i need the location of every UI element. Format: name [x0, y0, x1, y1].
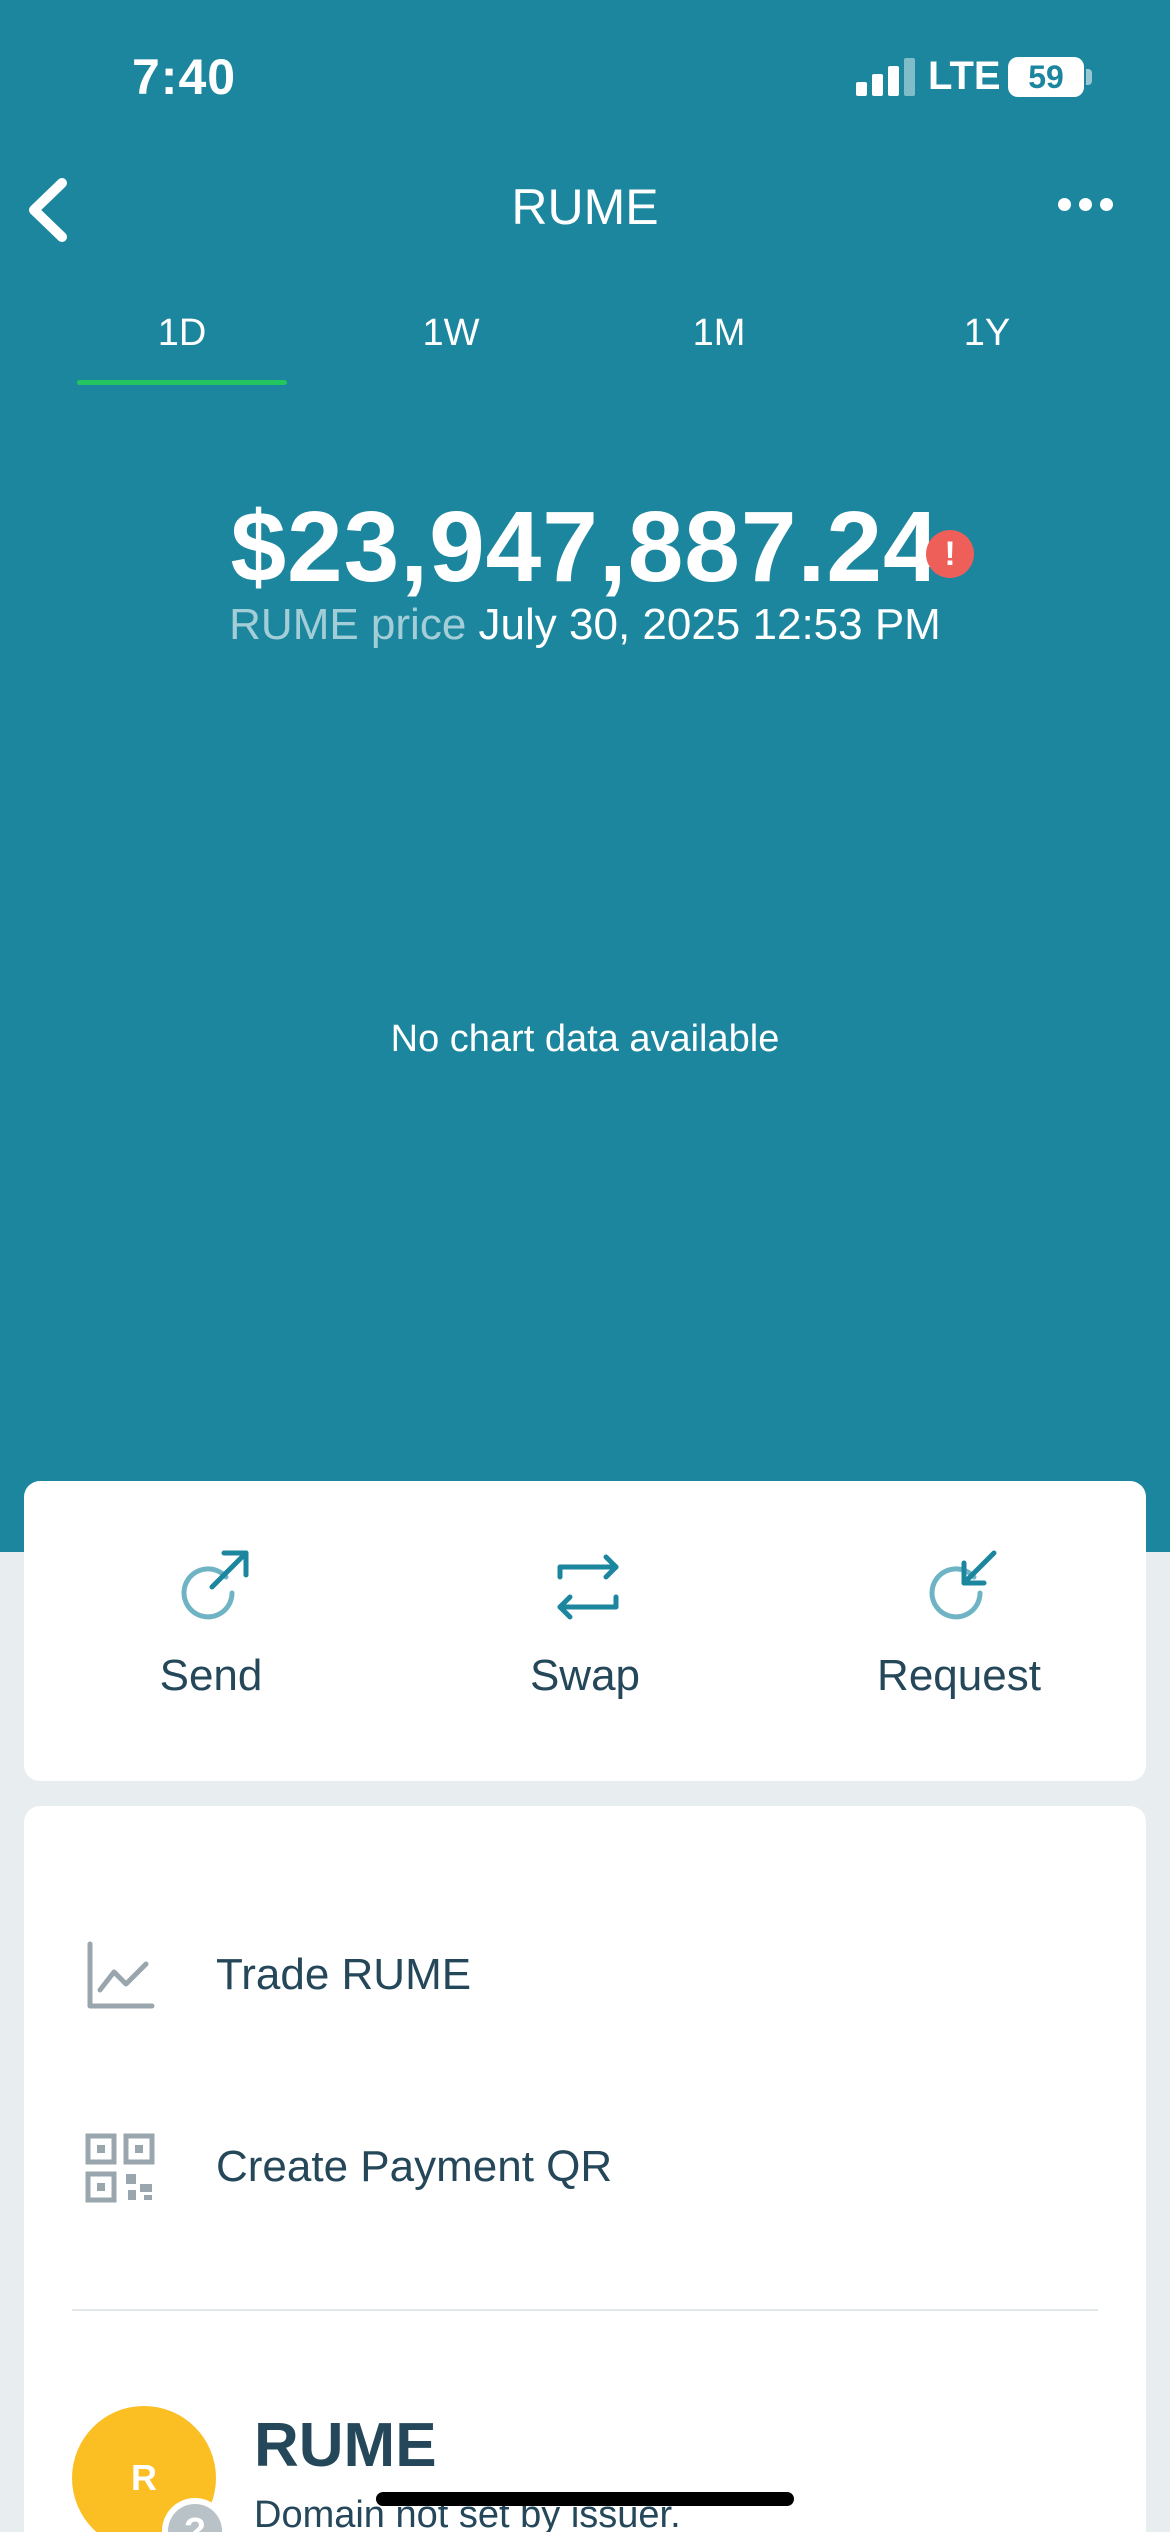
- qr-code-icon: [85, 2133, 155, 2203]
- asset-name: RUME: [254, 2411, 437, 2480]
- swap-label: Swap: [529, 1651, 641, 1700]
- page-title: RUME: [511, 179, 659, 235]
- ellipsis-icon[interactable]: [1058, 198, 1114, 214]
- trade-rume-label: Trade RUME: [216, 1950, 472, 1999]
- divider: [72, 2309, 1098, 2311]
- tab-1y[interactable]: 1Y: [882, 312, 1092, 355]
- send-button[interactable]: Send: [24, 1481, 398, 1781]
- send-icon: [181, 1550, 249, 1620]
- price-label: RUME price: [229, 600, 467, 649]
- question-icon: ?: [168, 2504, 222, 2532]
- tab-indicator: [77, 380, 287, 385]
- price-value: $23,947,887.24: [230, 491, 940, 603]
- request-icon: [929, 1550, 997, 1620]
- price-timestamp: July 30, 2025 12:53 PM: [478, 600, 941, 649]
- create-payment-qr-item[interactable]: Create Payment QR: [24, 2132, 1146, 2232]
- battery-level: 59: [1028, 59, 1064, 95]
- chart-line-icon: [87, 1941, 155, 2009]
- status-time: 7:40: [132, 49, 237, 105]
- action-card: Send Swap Request: [24, 1481, 1146, 1781]
- tab-1m[interactable]: 1M: [614, 312, 824, 355]
- tab-1w[interactable]: 1W: [346, 312, 556, 355]
- price-subtitle: RUME price July 30, 2025 12:53 PM: [0, 600, 1170, 650]
- tab-1d[interactable]: 1D: [77, 312, 287, 355]
- signal-icon: [856, 58, 916, 96]
- battery-icon: 59: [1008, 57, 1084, 97]
- header-section: 7:40 LTE 59 RUME 1D 1W 1M 1Y $23,947,887…: [0, 0, 1170, 1552]
- exclamation-icon[interactable]: !: [926, 530, 974, 578]
- request-label: Request: [877, 1651, 1041, 1700]
- battery-tip: [1086, 69, 1092, 85]
- swap-icon: [557, 1554, 619, 1620]
- home-indicator[interactable]: [376, 2492, 794, 2506]
- swap-button[interactable]: Swap: [398, 1481, 772, 1781]
- send-label: Send: [159, 1651, 263, 1700]
- create-payment-qr-label: Create Payment QR: [216, 2142, 613, 2191]
- trade-rume-item[interactable]: Trade RUME: [24, 1940, 1146, 2040]
- options-card: Trade RUME Create Payment QR R ? RUME Do…: [24, 1806, 1146, 2532]
- chart-empty-message: No chart data available: [390, 1018, 780, 1060]
- network-label: LTE: [928, 54, 1001, 98]
- price-row: $23,947,887.24: [0, 490, 1170, 605]
- request-button[interactable]: Request: [772, 1481, 1146, 1781]
